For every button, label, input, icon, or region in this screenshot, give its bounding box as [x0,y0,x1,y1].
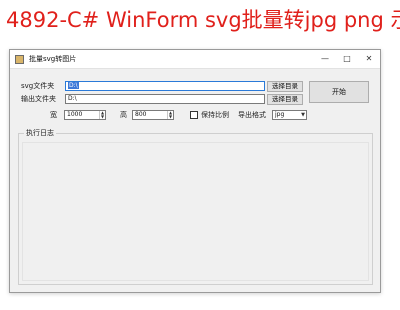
format-select[interactable]: jpg ▼ [272,110,307,120]
output-browse-button[interactable]: 选择目录 [267,94,303,105]
height-label: 高 [120,111,127,119]
output-dir-input[interactable]: D:\ [65,94,265,104]
source-dir-input[interactable]: D:\ [65,81,265,91]
height-value: 800 [135,111,147,118]
log-label: 执行日志 [24,128,56,138]
window-title: 批量svg转图片 [29,55,77,63]
app-icon [15,55,24,64]
log-textarea[interactable] [22,142,369,281]
minimize-button[interactable]: — [314,50,336,68]
close-button[interactable]: ✕ [358,50,380,68]
keep-ratio-checkbox[interactable] [190,111,198,119]
height-spin-arrows-icon[interactable]: ▲ ▼ [167,111,173,119]
chevron-down-icon: ▼ [301,112,305,118]
banner-title: 4892-C# WinForm svg批量转jpg png 示例工具 [6,8,400,32]
source-browse-button[interactable]: 选择目录 [267,81,303,92]
maximize-button[interactable]: □ [336,50,358,68]
width-stepper[interactable]: 1000 ▲ ▼ [64,110,106,120]
height-stepper[interactable]: 800 ▲ ▼ [132,110,174,120]
width-label: 宽 [50,111,57,119]
width-value: 1000 [67,111,83,118]
source-dir-value: D:\ [68,82,79,89]
output-dir-label: 输出文件夹 [21,95,56,103]
format-value: jpg [275,111,285,118]
app-window: 批量svg转图片 — □ ✕ svg文件夹 D:\ 选择目录 输出文件夹 D:\… [9,49,381,293]
width-spin-arrows-icon[interactable]: ▲ ▼ [99,111,105,119]
format-label: 导出格式 [238,111,266,119]
keep-ratio-label: 保持比例 [201,111,229,119]
source-dir-label: svg文件夹 [21,82,55,90]
start-button[interactable]: 开始 [309,81,369,103]
window-titlebar[interactable]: 批量svg转图片 — □ ✕ [10,50,380,69]
